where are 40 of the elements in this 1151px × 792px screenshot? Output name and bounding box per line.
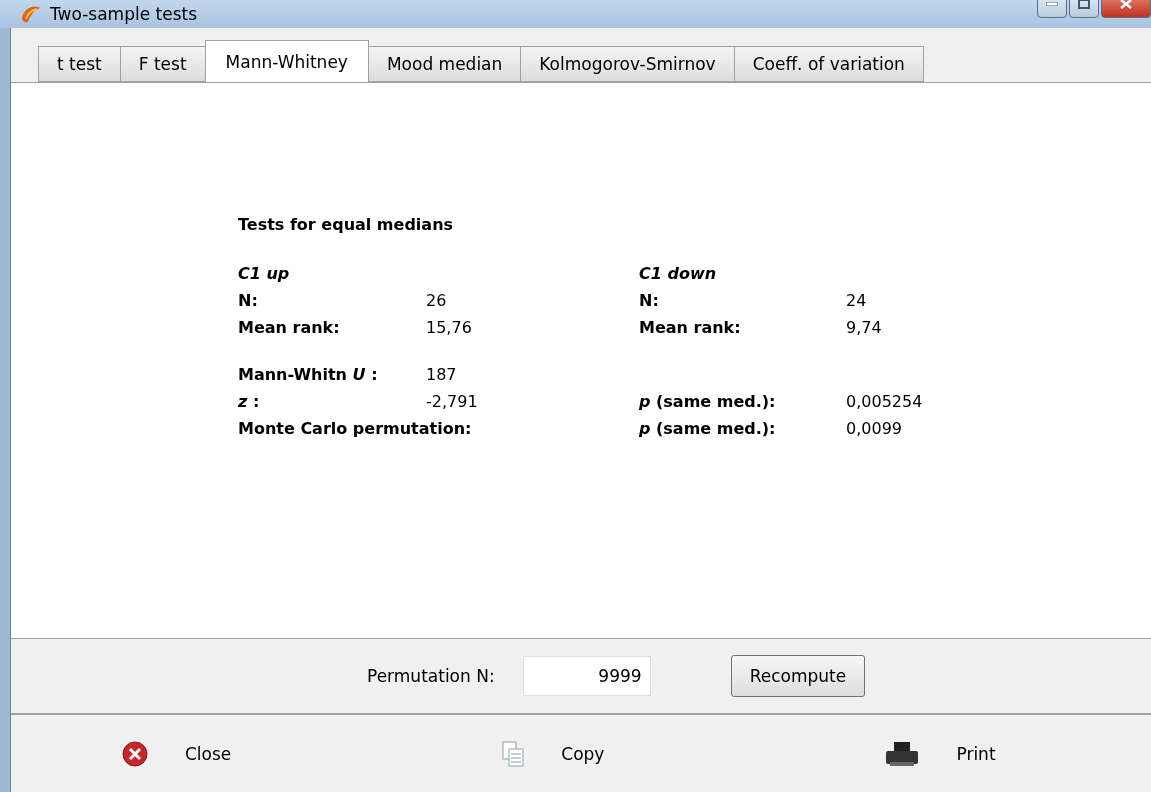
group-heading: C1 down [639,264,718,283]
stat-value: -2,791 [426,392,479,411]
stat-label: Mann-Whitn U : [238,365,379,384]
stat-label: Mean rank: [639,318,742,337]
action-button[interactable]: Copy [501,739,605,768]
stat-label: N: [639,291,660,310]
stat-value: 9,74 [846,318,883,337]
report-title: Tests for equal medians [238,215,455,234]
copy-icon [501,739,526,768]
tab[interactable]: t test [38,46,121,82]
stat-value: 0,005254 [846,392,924,411]
close-icon [121,739,149,768]
stat-label: Monte Carlo permutation: [238,419,473,438]
app-logo-icon [20,4,42,24]
stat-label: N: [238,291,259,310]
stat-value: 24 [846,291,868,310]
tab[interactable]: Coeff. of variation [733,46,924,82]
maximize-icon [1078,0,1090,9]
stat-label: z : [238,392,261,411]
stat-label: Mean rank: [238,318,341,337]
stat-value: 187 [426,365,458,384]
permutation-field[interactable]: 9999 [522,656,651,696]
stat-value: 15,76 [426,318,473,337]
stat-label: p (same med.): [639,392,777,411]
tab[interactable]: Mann-Whitney [204,40,369,82]
stat-value: 0,0099 [846,419,903,438]
field-label: Permutation N: [367,666,495,686]
group-heading: C1 up [238,264,291,283]
tab[interactable]: Kolmogorov-Smirnov [520,46,735,82]
action-button[interactable]: Print [884,739,996,768]
minimize-icon [1046,2,1058,6]
printer-icon [884,739,921,768]
recompute-button[interactable]: Recompute [730,655,866,697]
action-button[interactable]: Close [121,739,232,768]
close-icon [1120,0,1132,9]
window-title: Two-sample tests [50,4,198,24]
stat-value: 26 [426,291,448,310]
tab[interactable]: F test [119,46,206,82]
tab[interactable]: Mood median [367,46,522,82]
stat-label: p (same med.): [639,419,777,438]
